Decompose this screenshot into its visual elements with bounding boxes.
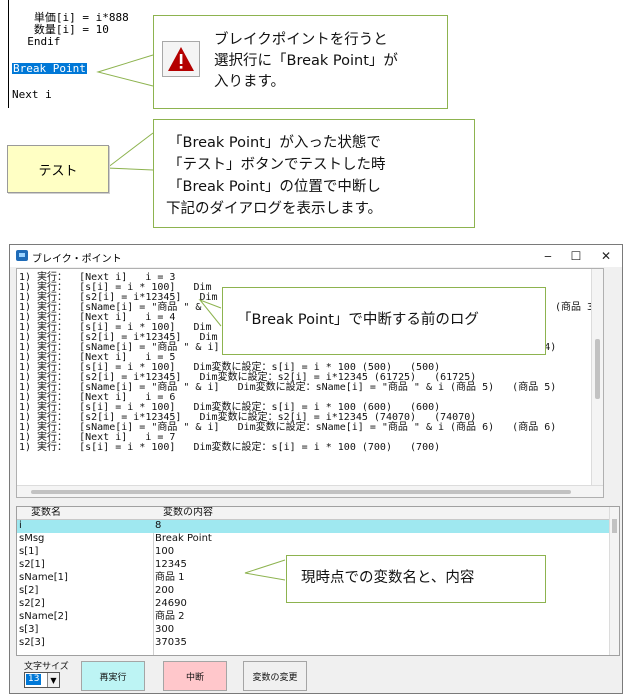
- dialog-callout-pointers: [198, 298, 286, 581]
- table-callout-pointer: [244, 559, 286, 581]
- log-callout-pointer: [198, 298, 222, 327]
